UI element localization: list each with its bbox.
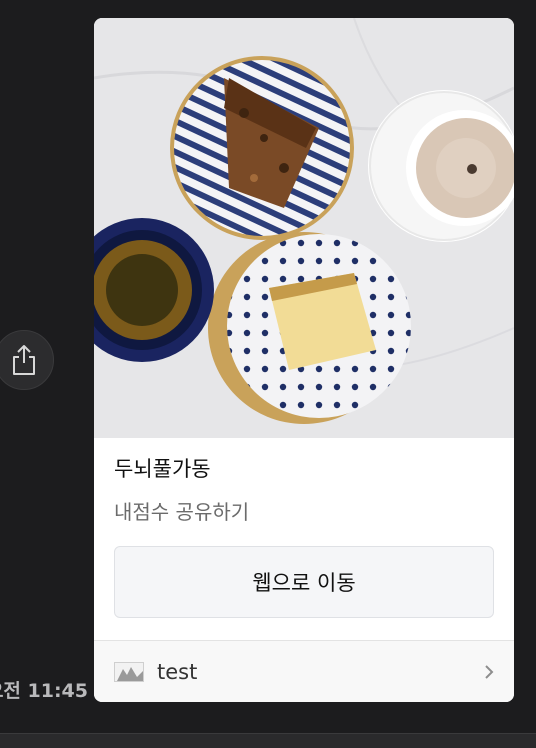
chevron-right-icon <box>485 664 494 679</box>
card-info: 두뇌풀가동 내점수 공유하기 웹으로 이동 <box>94 438 514 618</box>
card-description: 내점수 공유하기 <box>114 500 250 524</box>
open-web-button[interactable]: 웹으로 이동 <box>114 546 494 618</box>
chat-screen: 오전 11:45 <box>0 0 536 748</box>
card-footer[interactable]: test <box>94 640 514 702</box>
app-name: test <box>157 659 198 684</box>
share-icon <box>13 345 35 375</box>
link-preview-card[interactable]: 두뇌풀가동 내점수 공유하기 웹으로 이동 test <box>94 18 514 702</box>
share-button[interactable] <box>0 330 54 390</box>
app-thumbnail <box>114 661 144 682</box>
input-bar-edge <box>0 733 536 748</box>
message-timestamp: 오전 11:45 <box>0 680 88 702</box>
card-title: 두뇌풀가동 <box>114 457 211 481</box>
card-image[interactable] <box>94 18 514 438</box>
